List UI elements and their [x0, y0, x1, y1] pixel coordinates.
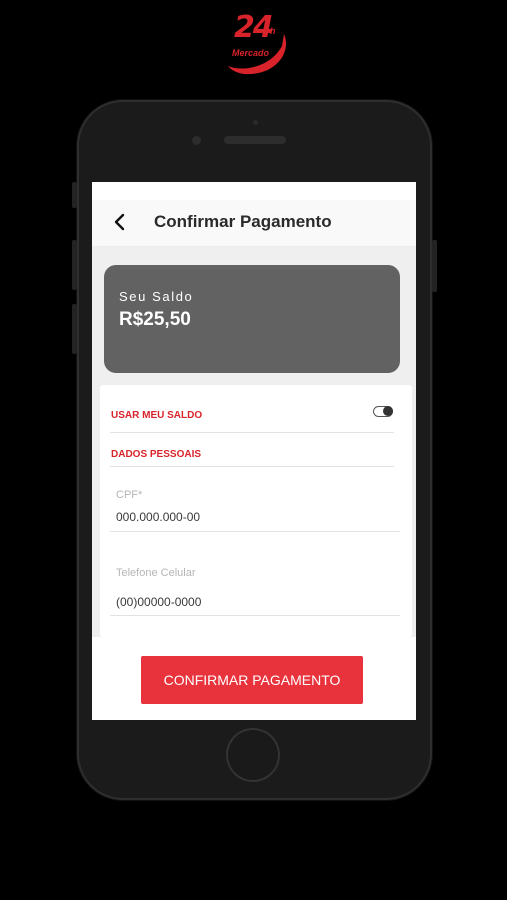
- volume-up-button: [72, 240, 77, 290]
- status-bar: [92, 182, 416, 200]
- home-button[interactable]: [228, 730, 278, 780]
- power-button: [432, 240, 437, 292]
- balance-label: Seu Saldo: [119, 289, 194, 304]
- phone-label: Telefone Celular: [116, 567, 196, 579]
- earpiece-speaker: [224, 136, 286, 144]
- app-screen: Confirmar Pagamento Seu Saldo R$25,50 US…: [92, 182, 416, 720]
- page-title: Confirmar Pagamento: [154, 212, 332, 231]
- divider: [110, 466, 394, 467]
- cpf-label: CPF*: [116, 489, 143, 501]
- confirm-payment-button[interactable]: CONFIRMAR PAGAMENTO: [141, 656, 363, 704]
- mute-switch: [72, 182, 77, 208]
- use-balance-toggle[interactable]: [373, 406, 393, 417]
- toggle-knob: [383, 406, 393, 416]
- logo-word: Mercado: [232, 48, 270, 58]
- cpf-underline: [110, 531, 400, 532]
- balance-value: R$25,50: [119, 309, 191, 330]
- volume-down-button: [72, 304, 77, 354]
- personal-data-label: DADOS PESSOAIS: [111, 449, 202, 460]
- balance-card: Seu Saldo R$25,50: [104, 265, 400, 373]
- back-arrow-icon[interactable]: [112, 211, 128, 233]
- phone-underline: [110, 615, 400, 616]
- sensor-dot: [253, 120, 258, 125]
- phone-input[interactable]: [116, 595, 398, 609]
- app-header: Confirmar Pagamento: [92, 200, 416, 247]
- payment-form: USAR MEU SALDO DADOS PESSOAIS CPF* Telef…: [100, 385, 412, 637]
- divider: [110, 432, 394, 433]
- front-camera: [192, 136, 201, 145]
- use-balance-label: USAR MEU SALDO: [111, 410, 203, 421]
- brand-logo: 24 h Mercado: [226, 10, 290, 78]
- cpf-input[interactable]: [116, 510, 398, 524]
